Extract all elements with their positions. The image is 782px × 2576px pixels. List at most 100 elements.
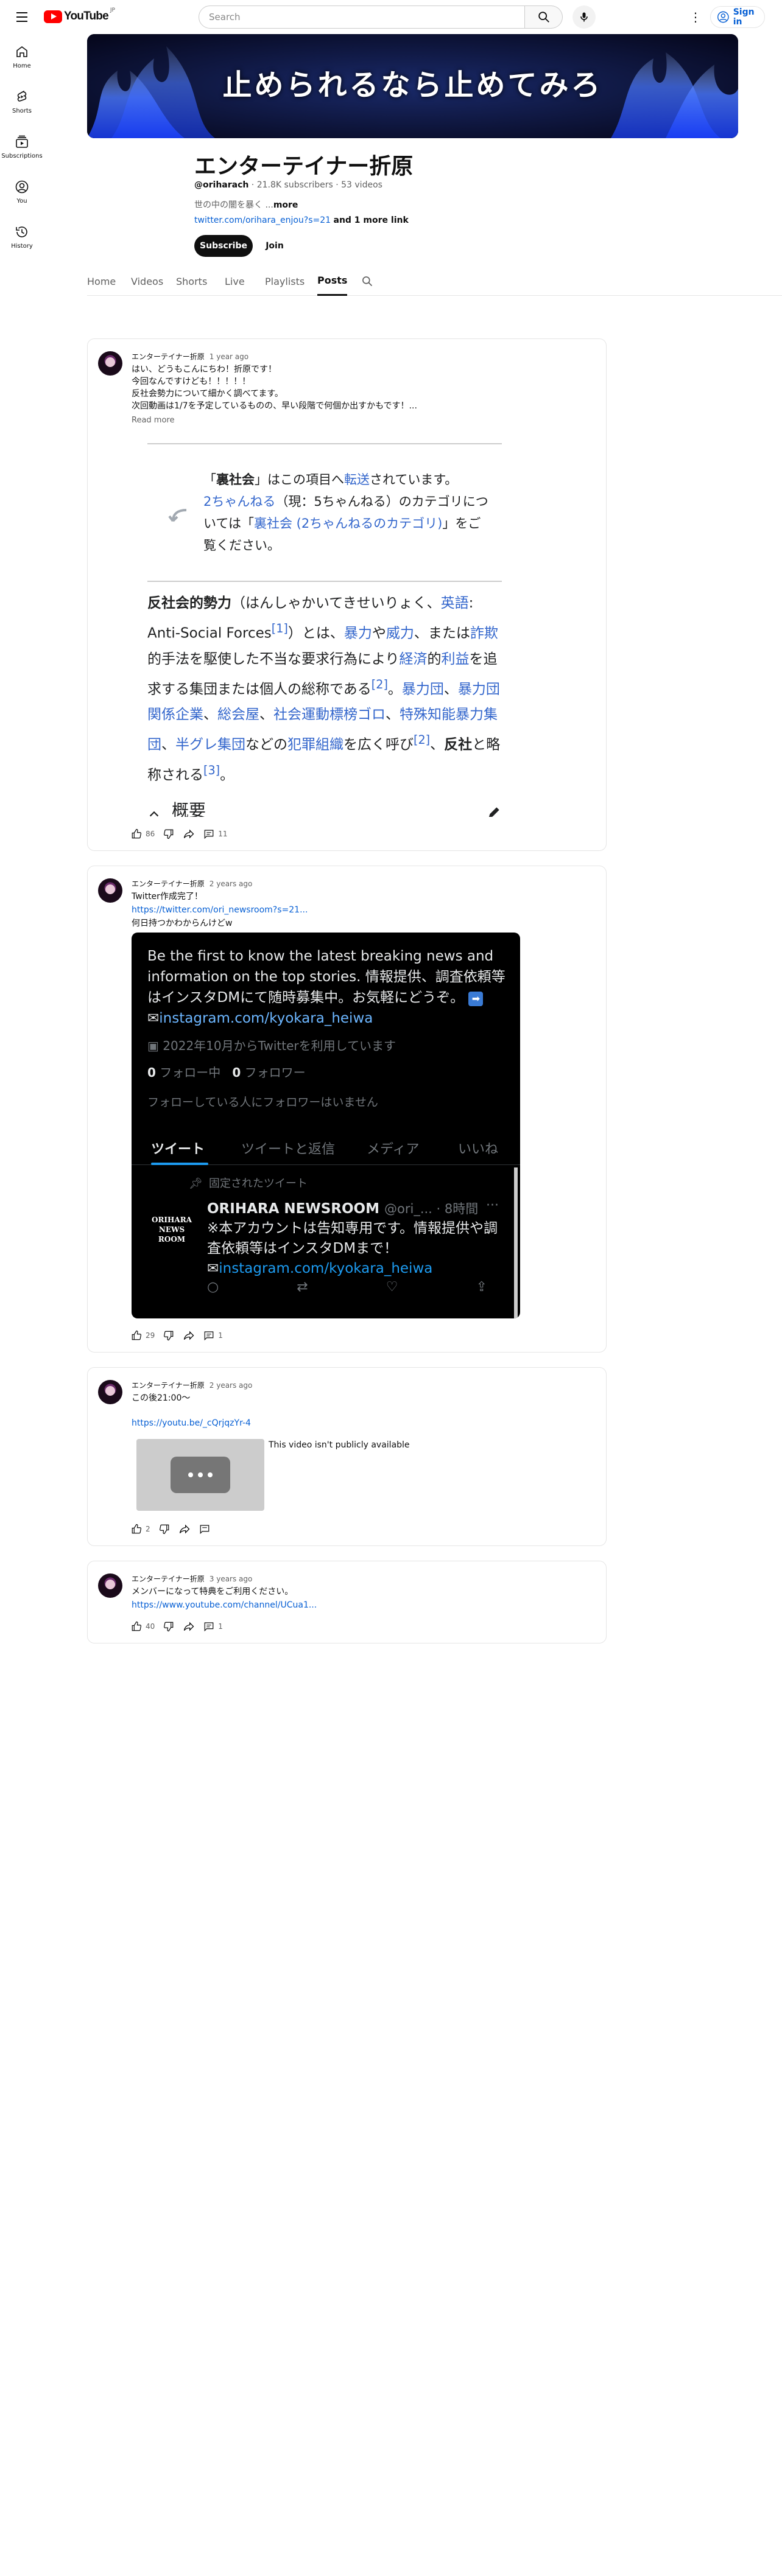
- thumbs-down-icon: [164, 1331, 174, 1341]
- post-video-link[interactable]: https://youtu.be/_cQrjqzYr-4: [132, 1418, 251, 1428]
- more-links[interactable]: and 1 more link: [334, 215, 409, 225]
- author-name[interactable]: エンターテイナー折原: [132, 352, 205, 361]
- post-link[interactable]: https://www.youtube.com/channel/UCua1...: [132, 1599, 317, 1611]
- author-name[interactable]: エンターテイナー折原: [132, 1381, 205, 1390]
- dislike-button[interactable]: [163, 1330, 174, 1341]
- section-heading: 概要: [172, 800, 206, 817]
- channel-description[interactable]: 世の中の闇を暴く ...more: [194, 198, 298, 211]
- like-button[interactable]: 2: [131, 1524, 150, 1535]
- read-more-button[interactable]: Read more: [132, 416, 174, 425]
- share-button[interactable]: [183, 1620, 195, 1633]
- logo-text: YouTube: [64, 10, 109, 23]
- logo-country-badge: JP: [110, 7, 115, 13]
- dislike-button[interactable]: [163, 828, 174, 839]
- channel-search-button[interactable]: [361, 267, 373, 296]
- tweet-body: ※本アカウントは告知専用です。情報提供や調査依頼等はインスタDMまで！: [207, 1220, 498, 1256]
- sidebar-item-shorts[interactable]: Shorts: [0, 79, 44, 124]
- thumbs-up-icon: [132, 1621, 141, 1631]
- post-time[interactable]: 3 years ago: [210, 1575, 253, 1583]
- sidebar-item-subscriptions[interactable]: Subscriptions: [0, 124, 44, 169]
- post-text: はい、どうもこんにちわ！折原です！ 今回なんですけども！！！！！ 反社会勢力につ…: [132, 365, 417, 411]
- dislike-button[interactable]: [159, 1524, 170, 1535]
- post-time[interactable]: 1 year ago: [210, 352, 248, 361]
- body-link: 暴力: [343, 625, 372, 642]
- share-button[interactable]: [178, 1523, 191, 1535]
- sidebar-item-home[interactable]: Home: [0, 34, 44, 79]
- like-count: 86: [146, 830, 155, 838]
- post-time[interactable]: 2 years ago: [210, 880, 253, 888]
- like-button[interactable]: 40: [131, 1621, 155, 1632]
- more-options-icon[interactable]: ⋮: [686, 7, 705, 27]
- search-placeholder: Search: [209, 12, 241, 23]
- post-link[interactable]: https://twitter.com/ori_newsroom?s=21...: [132, 904, 308, 916]
- body-text: 、: [430, 737, 445, 753]
- author-name[interactable]: エンターテイナー折原: [132, 880, 205, 888]
- comments-button[interactable]: 1: [203, 1330, 223, 1341]
- like-button[interactable]: 86: [131, 828, 155, 839]
- avatar[interactable]: [98, 351, 122, 376]
- description-more[interactable]: more: [273, 200, 298, 210]
- tab-videos[interactable]: Videos: [131, 267, 163, 296]
- youtube-play-icon: [44, 10, 62, 23]
- avatar[interactable]: [98, 878, 122, 903]
- sidebar-item-label: Subscriptions: [1, 152, 43, 159]
- body-text: 、: [443, 681, 458, 698]
- following-count: 0: [147, 1065, 156, 1080]
- arrow-icon: ➡: [468, 992, 484, 1006]
- tab-home[interactable]: Home: [87, 267, 116, 296]
- dislike-button[interactable]: [163, 1621, 174, 1632]
- post-time[interactable]: 2 years ago: [210, 1381, 253, 1390]
- tweet-text: ※本アカウントは告知専用です。情報提供や調査依頼等はインスタDMまで！ ✉inst…: [207, 1219, 499, 1279]
- thumbs-up-icon: [132, 1330, 141, 1340]
- sign-in-button[interactable]: Sign in: [710, 6, 765, 28]
- note-term: 裏社会: [216, 472, 255, 487]
- channel-link[interactable]: twitter.com/orihara_enjou?s=21: [194, 215, 331, 225]
- reply-icon: ○: [207, 1279, 219, 1295]
- envelope-icon: ✉: [147, 1010, 160, 1026]
- tab-playlists[interactable]: Playlists: [265, 267, 305, 296]
- tweet-link: instagram.com/kyokara_heiwa: [219, 1261, 433, 1276]
- sidebar-item-you[interactable]: You: [0, 169, 44, 214]
- body-text: などの: [245, 737, 287, 753]
- post-author: エンターテイナー折原 2 years ago: [132, 1380, 252, 1390]
- post-image[interactable]: 「裏社会」はこの項目へ転送されています。 2ちゃんねる（現：5ちゃんねる）のカテ…: [132, 426, 518, 817]
- like-button[interactable]: 29: [131, 1330, 155, 1341]
- comments-button[interactable]: 1: [203, 1621, 223, 1632]
- redirect-note: 「裏社会」はこの項目へ転送されています。 2ちゃんねる（現：5ちゃんねる）のカテ…: [203, 469, 490, 556]
- you-icon: [15, 180, 29, 193]
- comments-button[interactable]: 11: [203, 828, 228, 839]
- body-text: 、: [259, 707, 273, 723]
- post-text: この後21:00〜: [132, 1393, 191, 1403]
- share-button[interactable]: [183, 828, 195, 840]
- post-text: 何日持つかわからんけどw: [132, 919, 233, 928]
- tab-shorts[interactable]: Shorts: [176, 267, 207, 296]
- join-button[interactable]: Join: [257, 235, 292, 257]
- avatar[interactable]: [98, 1380, 122, 1404]
- search-input[interactable]: Search: [199, 5, 525, 29]
- tab-posts[interactable]: Posts: [317, 267, 348, 296]
- subscriptions-icon: [16, 135, 28, 148]
- ref: [2]: [414, 733, 431, 747]
- avatar[interactable]: [98, 1573, 122, 1598]
- search-button[interactable]: [525, 5, 563, 29]
- menu-icon[interactable]: [13, 9, 30, 26]
- youtube-logo[interactable]: YouTube JP: [44, 7, 115, 23]
- share-button[interactable]: [183, 1329, 195, 1342]
- subscribe-button[interactable]: Subscribe: [194, 235, 253, 257]
- author-name[interactable]: エンターテイナー折原: [132, 1575, 205, 1583]
- voice-search-button[interactable]: [572, 5, 596, 29]
- tab-live[interactable]: Live: [225, 267, 245, 296]
- comment-icon: [204, 1622, 214, 1632]
- bio-link: instagram.com/kyokara_heiwa: [159, 1010, 373, 1026]
- post-image[interactable]: Be the first to know the latest breaking…: [132, 933, 520, 1318]
- search-icon: [362, 276, 373, 287]
- thumbs-down-icon: [159, 1524, 169, 1535]
- sidebar-item-history[interactable]: History: [0, 214, 44, 259]
- comment-count: 1: [218, 1331, 223, 1340]
- comments-button[interactable]: [199, 1524, 210, 1535]
- tweet-actions: ○ ⇄ ♡ ⇪: [207, 1279, 487, 1295]
- tab-tweets: ツイート: [151, 1142, 205, 1157]
- follow-counts: 0 フォロー中 0 フォロワー: [147, 1063, 306, 1080]
- following-label: フォロー中: [160, 1065, 221, 1080]
- video-thumbnail[interactable]: [136, 1439, 264, 1511]
